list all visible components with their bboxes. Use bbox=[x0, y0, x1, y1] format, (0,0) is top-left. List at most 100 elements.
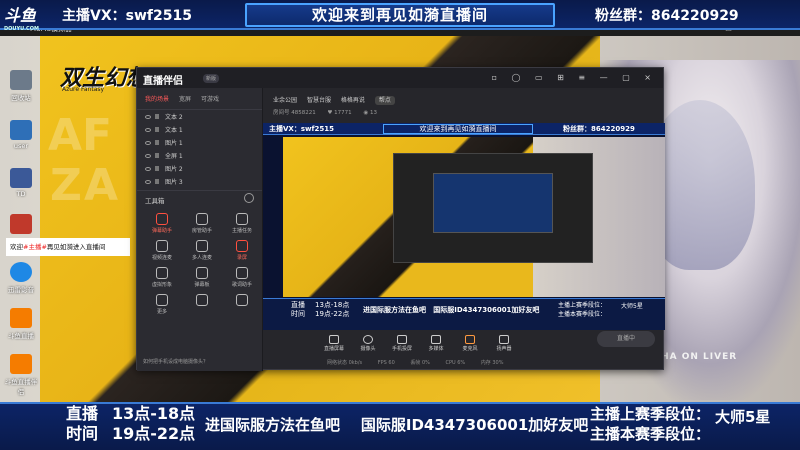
speaker-button[interactable]: 扬声器 bbox=[489, 334, 519, 352]
toolbox-grid: 弹幕助手 房管助手 主播任务 视频连麦 多人连麦 录屏 虚拟形象 弹幕板 歌词助… bbox=[137, 209, 262, 319]
scene-panel: 我的场景 宽屏 可游戏 文本 2 文本 1 图片 1 全屏 1 图片 2 图片 … bbox=[137, 88, 263, 371]
fans-group: 粉丝群：864220929 bbox=[595, 8, 739, 24]
nav-item[interactable]: 业余公园 bbox=[273, 97, 297, 104]
source-item[interactable]: 图片 3 bbox=[137, 175, 262, 188]
preview-promo: 进国际服方法在鱼吧 国际服ID4347306001加好友吧 bbox=[363, 306, 540, 314]
eye-icon[interactable] bbox=[145, 114, 151, 119]
live-schedule-times: 13点-18点 19点-22点 bbox=[112, 404, 196, 443]
source-item[interactable]: 图片 1 bbox=[137, 136, 262, 149]
lock-icon[interactable] bbox=[155, 127, 159, 132]
lyrics-icon bbox=[236, 267, 248, 279]
lock-icon[interactable] bbox=[155, 140, 159, 145]
nav-pill[interactable]: 帮点 bbox=[374, 96, 395, 105]
desktop-icon-td[interactable]: TD bbox=[4, 168, 38, 198]
lock-icon[interactable] bbox=[155, 153, 159, 158]
toolbox-header: 工具箱 bbox=[137, 190, 262, 209]
game-logo-subtitle: Azure Fantasy bbox=[62, 86, 105, 93]
danmaku-icon bbox=[156, 213, 168, 225]
help-link[interactable]: 如何把手机设成电脑摄像头？ bbox=[143, 358, 208, 365]
tool-record-screen[interactable]: 录屏 bbox=[223, 240, 261, 261]
app-nav: 业余公园 智慧台服 格格再说 帮点 bbox=[273, 95, 403, 105]
version-badge[interactable]: 新版 bbox=[203, 74, 220, 83]
board-icon bbox=[196, 267, 208, 279]
tasks-icon bbox=[236, 213, 248, 225]
computer-icon bbox=[10, 168, 32, 188]
more-options-icon[interactable] bbox=[244, 193, 254, 203]
tool-danmaku-assistant[interactable]: 弹幕助手 bbox=[143, 213, 181, 234]
microphone-button[interactable]: 麦克风 bbox=[455, 334, 485, 352]
wallpaper-letter: A bbox=[48, 110, 83, 161]
lock-icon[interactable] bbox=[155, 114, 159, 119]
app-logo: 直播伴侣 bbox=[143, 76, 183, 87]
preview-rank-value: 大师5星 bbox=[621, 303, 643, 310]
preview-live-times: 13点-18点 19点-22点 bbox=[315, 301, 350, 318]
speaker-icon bbox=[499, 334, 509, 344]
scene-tabs: 我的场景 宽屏 可游戏 bbox=[137, 88, 262, 110]
desktop-icon-xunlei[interactable]: 迅雷影音 bbox=[4, 262, 38, 294]
lock-icon[interactable] bbox=[155, 179, 159, 184]
app-window-controls[interactable]: ▫ ◯ ▭ ⊞ ≡ — ▢ × bbox=[492, 73, 657, 82]
eye-icon[interactable] bbox=[145, 179, 151, 184]
tool-lyrics[interactable]: 歌词助手 bbox=[223, 267, 261, 288]
eye-icon[interactable] bbox=[145, 153, 151, 158]
wallpaper-letter: F bbox=[82, 110, 113, 161]
tool-video-link[interactable]: 视频连麦 bbox=[143, 240, 181, 261]
phone-icon bbox=[397, 334, 407, 344]
stream-preview[interactable]: 主播VX：swf2515 欢迎来到再见如漪直播间 粉丝群：864220929 直… bbox=[263, 123, 665, 330]
room-stats: 房间号 4858221 ♥ 17771 ◉ 13 bbox=[273, 110, 377, 116]
source-item[interactable]: 全屏 1 bbox=[137, 149, 262, 162]
wallpaper-letter: Z bbox=[50, 160, 82, 211]
tool-danmaku-board[interactable]: 弹幕板 bbox=[183, 267, 221, 288]
eye-icon[interactable] bbox=[145, 127, 151, 132]
phone-cast-button[interactable]: 手机投屏 bbox=[387, 334, 417, 352]
tool-more[interactable]: 更多 bbox=[143, 294, 181, 315]
tool-extra[interactable] bbox=[183, 294, 221, 315]
eye-icon[interactable] bbox=[145, 140, 151, 145]
room-manager-icon bbox=[196, 213, 208, 225]
media-button[interactable]: 多媒体 bbox=[421, 334, 451, 352]
preview-host-vx: 主播VX：swf2515 bbox=[269, 125, 334, 133]
camera-button[interactable]: 摄像头 bbox=[353, 334, 383, 352]
more-icon bbox=[156, 294, 168, 306]
screen-capture-button[interactable]: 直播屏幕 bbox=[319, 334, 349, 352]
video-link-icon bbox=[156, 240, 168, 252]
tool-extra[interactable] bbox=[223, 294, 261, 315]
douyu-companion-icon bbox=[10, 354, 32, 374]
avatar-icon bbox=[156, 267, 168, 279]
desktop-icon-recycle-bin[interactable]: 回收站 bbox=[4, 70, 38, 102]
microphone-icon bbox=[465, 334, 475, 344]
play-icon bbox=[431, 334, 441, 344]
tab-widescreen[interactable]: 宽屏 bbox=[179, 94, 191, 103]
go-live-button[interactable]: 直播中 bbox=[597, 331, 655, 347]
desktop-icon-user[interactable]: user bbox=[4, 120, 38, 150]
desktop-icon-douyu-companion[interactable]: 斗鱼直播伴侣 bbox=[4, 354, 38, 396]
source-item[interactable]: 文本 1 bbox=[137, 123, 262, 136]
rank-value: 大师5星 bbox=[715, 408, 771, 426]
source-item[interactable]: 图片 2 bbox=[137, 162, 262, 175]
camera-icon bbox=[363, 334, 373, 344]
wallpaper-letter: A bbox=[84, 160, 119, 211]
tool-host-tasks[interactable]: 主播任务 bbox=[223, 213, 261, 234]
nav-item[interactable]: 智慧台服 bbox=[307, 97, 331, 104]
preview-rank-labels: 主播上赛季段位： 主播本赛季段位： bbox=[558, 302, 607, 318]
nav-item[interactable]: 格格再说 bbox=[341, 97, 365, 104]
promo-text: 进国际服方法在鱼吧 国际服ID4347306001加好友吧 bbox=[205, 416, 589, 434]
desktop-icon-douyu[interactable]: 斗鱼直播 bbox=[4, 308, 38, 340]
tab-my-scene[interactable]: 我的场景 bbox=[145, 94, 169, 103]
source-item[interactable]: 文本 2 bbox=[137, 110, 262, 123]
tab-game[interactable]: 可游戏 bbox=[201, 94, 219, 103]
xunlei-icon bbox=[10, 262, 32, 282]
lock-icon[interactable] bbox=[155, 166, 159, 171]
eye-icon[interactable] bbox=[145, 166, 151, 171]
preview-welcome: 欢迎来到再见如漪直播间 bbox=[383, 124, 533, 134]
tool-multi-link[interactable]: 多人连麦 bbox=[183, 240, 221, 261]
folder-user-icon bbox=[10, 120, 32, 140]
tool-icon bbox=[236, 294, 248, 306]
desktop-icon-app[interactable] bbox=[4, 214, 38, 236]
tool-virtual-avatar[interactable]: 虚拟形象 bbox=[143, 267, 181, 288]
preview-fans-group: 粉丝群：864220929 bbox=[563, 125, 635, 133]
tool-room-manager[interactable]: 房管助手 bbox=[183, 213, 221, 234]
streaming-app-window: 直播伴侣 新版 ▫ ◯ ▭ ⊞ ≡ — ▢ × 我的场景 宽屏 可游戏 文本 2… bbox=[136, 67, 665, 371]
host-contact: 主播VX：swf2515 bbox=[62, 8, 192, 24]
multi-link-icon bbox=[196, 240, 208, 252]
